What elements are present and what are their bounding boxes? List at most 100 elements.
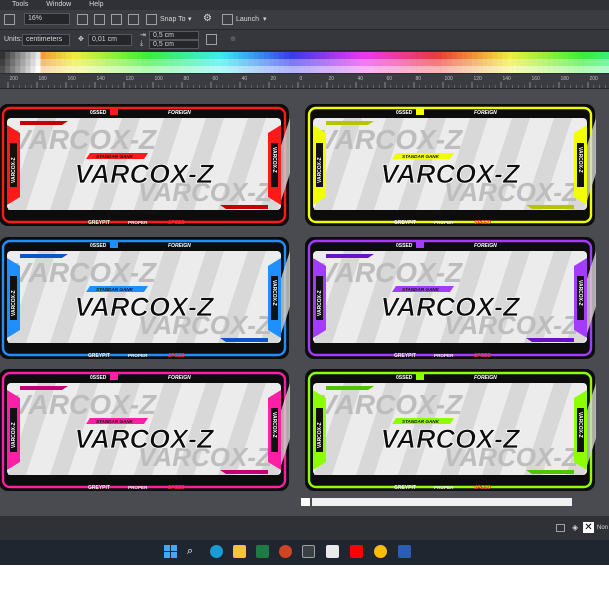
color-swatch[interactable] <box>456 66 463 73</box>
color-swatch[interactable] <box>426 59 432 66</box>
color-swatch[interactable] <box>593 66 600 73</box>
color-swatch[interactable] <box>334 59 341 66</box>
color-swatch[interactable] <box>187 52 194 59</box>
color-swatch[interactable] <box>203 59 209 66</box>
color-swatch[interactable] <box>406 66 412 73</box>
color-swatch[interactable] <box>268 52 275 59</box>
color-swatch[interactable] <box>177 66 184 73</box>
color-swatch[interactable] <box>482 59 488 66</box>
powerpoint-icon[interactable] <box>279 545 292 558</box>
color-swatch[interactable] <box>400 52 407 59</box>
color-swatch[interactable] <box>314 66 321 73</box>
color-swatch[interactable] <box>345 59 351 66</box>
color-swatch[interactable] <box>91 59 97 66</box>
color-swatch[interactable] <box>65 66 72 73</box>
color-swatch[interactable] <box>350 66 356 73</box>
license-plate-design-purple[interactable]: VARCOX-Z VARCOX-Z VARCOX-Z VARCOX-Z STANDAR … <box>304 236 609 360</box>
color-swatch[interactable] <box>289 66 295 73</box>
color-swatch[interactable] <box>426 66 432 73</box>
color-swatch[interactable] <box>517 66 524 73</box>
color-swatch[interactable] <box>228 59 234 66</box>
color-swatch[interactable] <box>142 66 148 73</box>
color-swatch[interactable] <box>96 52 102 59</box>
chrome-icon[interactable] <box>374 545 387 558</box>
no-fill-icon[interactable]: ✕ <box>583 522 594 533</box>
color-swatch[interactable] <box>157 59 163 66</box>
color-swatch[interactable] <box>497 66 503 73</box>
color-swatch[interactable] <box>517 59 524 66</box>
color-swatch[interactable] <box>568 66 574 73</box>
color-swatch[interactable] <box>527 66 534 73</box>
color-swatch[interactable] <box>482 66 488 73</box>
color-swatch[interactable] <box>299 66 305 73</box>
color-swatch[interactable] <box>345 66 351 73</box>
color-swatch[interactable] <box>268 59 275 66</box>
license-plate-design-blue[interactable]: VARCOX-Z VARCOX-Z VARCOX-Z VARCOX-Z STANDAR … <box>0 236 308 360</box>
duplicate-y-field[interactable]: 0,5 cm <box>149 40 199 49</box>
color-swatch[interactable] <box>71 66 77 73</box>
color-swatch[interactable] <box>532 59 539 66</box>
color-swatch[interactable] <box>40 52 46 59</box>
color-swatch[interactable] <box>477 66 483 73</box>
color-swatch[interactable] <box>446 59 452 66</box>
color-swatch[interactable] <box>360 66 366 73</box>
color-swatch[interactable] <box>182 59 189 66</box>
color-swatch[interactable] <box>431 59 437 66</box>
color-swatch[interactable] <box>284 52 290 59</box>
color-swatch[interactable] <box>279 66 285 73</box>
excel-icon[interactable] <box>256 545 269 558</box>
color-swatch[interactable] <box>603 59 609 66</box>
color-swatch[interactable] <box>96 59 102 66</box>
color-swatch[interactable] <box>76 59 82 66</box>
color-swatch[interactable] <box>400 66 407 73</box>
color-swatch[interactable] <box>81 59 87 66</box>
color-swatch[interactable] <box>563 66 569 73</box>
color-swatch[interactable] <box>192 66 199 73</box>
color-swatch[interactable] <box>370 59 376 66</box>
color-swatch[interactable] <box>147 59 153 66</box>
nudge-field[interactable]: 0,01 cm <box>88 34 132 46</box>
color-swatch[interactable] <box>543 59 549 66</box>
color-swatch[interactable] <box>25 59 31 66</box>
color-swatch[interactable] <box>116 52 123 59</box>
color-swatch[interactable] <box>86 66 92 73</box>
color-swatch[interactable] <box>522 59 529 66</box>
color-swatch[interactable] <box>375 66 381 73</box>
color-swatch[interactable] <box>131 66 138 73</box>
scroll-thumb[interactable] <box>312 498 572 506</box>
color-swatch[interactable] <box>131 52 138 59</box>
snap-to-button[interactable]: Snap To <box>160 14 186 26</box>
color-swatch[interactable] <box>116 59 123 66</box>
color-swatch[interactable] <box>65 59 72 66</box>
color-swatch[interactable] <box>558 66 564 73</box>
color-swatch[interactable] <box>441 66 447 73</box>
color-swatch[interactable] <box>466 66 473 73</box>
color-swatch[interactable] <box>248 59 255 66</box>
color-swatch[interactable] <box>309 52 315 59</box>
color-swatch[interactable] <box>507 59 513 66</box>
color-swatch[interactable] <box>583 59 590 66</box>
color-swatch[interactable] <box>289 59 295 66</box>
color-swatch[interactable] <box>10 59 16 66</box>
color-swatch[interactable] <box>395 52 402 59</box>
color-swatch[interactable] <box>238 66 244 73</box>
color-swatch[interactable] <box>345 52 351 59</box>
color-swatch[interactable] <box>71 52 77 59</box>
color-swatch[interactable] <box>218 66 224 73</box>
color-swatch[interactable] <box>263 59 270 66</box>
color-swatch[interactable] <box>142 52 148 59</box>
zoom-icon[interactable] <box>4 14 15 25</box>
color-swatch[interactable] <box>76 52 82 59</box>
color-swatch[interactable] <box>411 52 417 59</box>
color-swatch[interactable] <box>248 52 255 59</box>
color-swatch[interactable] <box>436 59 442 66</box>
color-swatch[interactable] <box>248 66 255 73</box>
color-swatch[interactable] <box>461 66 468 73</box>
color-swatch[interactable] <box>416 66 422 73</box>
color-swatch[interactable] <box>512 59 518 66</box>
color-swatch[interactable] <box>507 52 513 59</box>
color-swatch[interactable] <box>593 59 600 66</box>
color-swatch[interactable] <box>588 52 595 59</box>
color-swatch[interactable] <box>111 59 118 66</box>
color-swatch[interactable] <box>0 59 6 66</box>
